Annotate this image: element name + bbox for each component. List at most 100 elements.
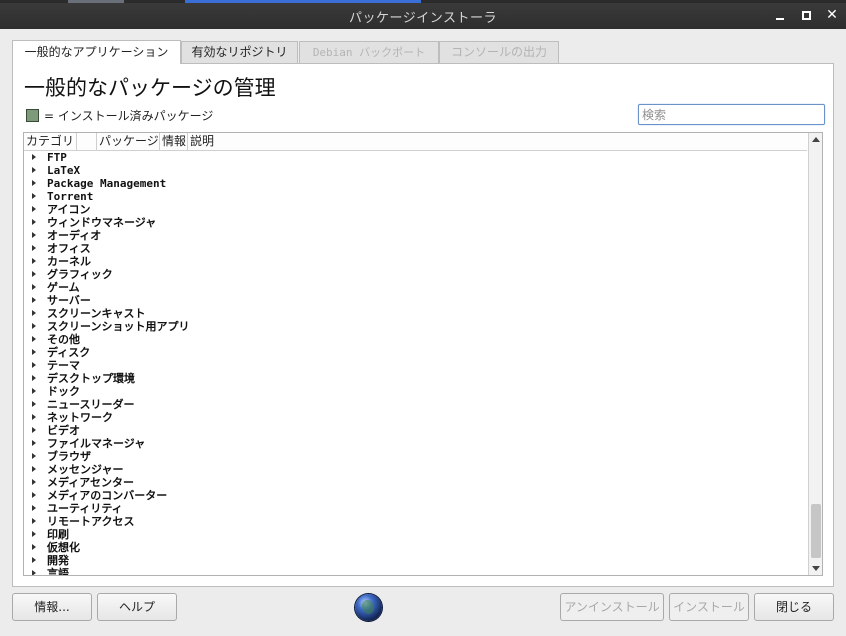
category-row[interactable]: オフィス bbox=[24, 242, 807, 255]
category-row[interactable]: ディスク bbox=[24, 346, 807, 359]
scroll-thumb[interactable] bbox=[811, 504, 821, 558]
category-row[interactable]: メッセンジャー bbox=[24, 463, 807, 476]
category-row[interactable]: 言語 bbox=[24, 567, 807, 575]
expand-arrow-icon[interactable] bbox=[32, 375, 36, 381]
expand-arrow-icon[interactable] bbox=[32, 401, 36, 407]
expand-arrow-icon[interactable] bbox=[32, 219, 36, 225]
category-row[interactable]: ゲーム bbox=[24, 281, 807, 294]
tab-console-output[interactable]: コンソールの出力 bbox=[439, 41, 559, 63]
category-label: ユーティリティ bbox=[47, 502, 123, 515]
expand-arrow-icon[interactable] bbox=[32, 518, 36, 524]
column-info[interactable]: 情報 bbox=[160, 133, 188, 150]
category-row[interactable]: カーネル bbox=[24, 255, 807, 268]
category-row[interactable]: 印刷 bbox=[24, 528, 807, 541]
expand-arrow-icon[interactable] bbox=[32, 323, 36, 329]
category-label: グラフィック bbox=[47, 268, 113, 281]
info-button[interactable]: 情報... bbox=[12, 593, 92, 621]
expand-arrow-icon[interactable] bbox=[32, 206, 36, 212]
category-row[interactable]: スクリーンショット用アプリ bbox=[24, 320, 807, 333]
category-row[interactable]: サーバー bbox=[24, 294, 807, 307]
category-row[interactable]: メディアのコンバーター bbox=[24, 489, 807, 502]
column-category[interactable]: カテゴリ bbox=[24, 133, 77, 150]
expand-arrow-icon[interactable] bbox=[32, 232, 36, 238]
category-row[interactable]: Torrent bbox=[24, 190, 807, 203]
expand-arrow-icon[interactable] bbox=[32, 349, 36, 355]
expand-arrow-icon[interactable] bbox=[32, 492, 36, 498]
category-row[interactable]: スクリーンキャスト bbox=[24, 307, 807, 320]
expand-arrow-icon[interactable] bbox=[32, 336, 36, 342]
expand-arrow-icon[interactable] bbox=[32, 531, 36, 537]
expand-arrow-icon[interactable] bbox=[32, 193, 36, 199]
expand-arrow-icon[interactable] bbox=[32, 466, 36, 472]
category-list: FTP LaTeX Package Management Torrent アイコン ウィン… bbox=[24, 151, 807, 575]
uninstall-button[interactable]: アンインストール bbox=[560, 593, 664, 621]
close-window-icon[interactable]: ✕ bbox=[824, 7, 840, 23]
vertical-scrollbar[interactable] bbox=[808, 133, 822, 575]
expand-arrow-icon[interactable] bbox=[32, 180, 36, 186]
expand-arrow-icon[interactable] bbox=[32, 453, 36, 459]
category-row[interactable]: アイコン bbox=[24, 203, 807, 216]
expand-arrow-icon[interactable] bbox=[32, 505, 36, 511]
column-package[interactable]: パッケージ bbox=[97, 133, 160, 150]
tab-general-applications[interactable]: 一般的なアプリケーション bbox=[12, 40, 181, 64]
expand-arrow-icon[interactable] bbox=[32, 544, 36, 550]
category-label: ドック bbox=[47, 385, 80, 398]
scroll-down-icon[interactable] bbox=[812, 566, 820, 571]
expand-arrow-icon[interactable] bbox=[32, 297, 36, 303]
category-label: スクリーンキャスト bbox=[47, 307, 146, 320]
category-label: サーバー bbox=[47, 294, 91, 307]
expand-arrow-icon[interactable] bbox=[32, 284, 36, 290]
installed-legend-swatch bbox=[26, 109, 39, 122]
category-row[interactable]: メディアセンター bbox=[24, 476, 807, 489]
category-row[interactable]: ウィンドウマネージャ bbox=[24, 216, 807, 229]
expand-arrow-icon[interactable] bbox=[32, 271, 36, 277]
scroll-up-icon[interactable] bbox=[812, 137, 820, 142]
expand-arrow-icon[interactable] bbox=[32, 479, 36, 485]
expand-arrow-icon[interactable] bbox=[32, 362, 36, 368]
title-bar[interactable]: パッケージインストーラ ✕ bbox=[0, 3, 846, 29]
category-row[interactable]: テーマ bbox=[24, 359, 807, 372]
category-row[interactable]: ドック bbox=[24, 385, 807, 398]
close-button[interactable]: 閉じる bbox=[754, 593, 834, 621]
minimize-icon[interactable] bbox=[772, 7, 788, 23]
tab-enabled-repositories[interactable]: 有効なリポジトリ bbox=[181, 41, 298, 63]
category-row[interactable]: その他 bbox=[24, 333, 807, 346]
expand-arrow-icon[interactable] bbox=[32, 167, 36, 173]
maximize-icon[interactable] bbox=[798, 7, 814, 23]
expand-arrow-icon[interactable] bbox=[32, 245, 36, 251]
category-row[interactable]: 開発 bbox=[24, 554, 807, 567]
expand-arrow-icon[interactable] bbox=[32, 557, 36, 563]
tab-debian-backports[interactable]: Debian バックポート bbox=[299, 41, 439, 63]
category-row[interactable]: リモートアクセス bbox=[24, 515, 807, 528]
category-row[interactable]: ファイルマネージャ bbox=[24, 437, 807, 450]
category-row[interactable]: ネットワーク bbox=[24, 411, 807, 424]
expand-arrow-icon[interactable] bbox=[32, 570, 36, 575]
category-row[interactable]: ブラウザ bbox=[24, 450, 807, 463]
expand-arrow-icon[interactable] bbox=[32, 258, 36, 264]
category-row[interactable]: LaTeX bbox=[24, 164, 807, 177]
category-row[interactable]: FTP bbox=[24, 151, 807, 164]
globe-icon bbox=[355, 594, 382, 621]
category-row[interactable]: Package Management bbox=[24, 177, 807, 190]
expand-arrow-icon[interactable] bbox=[32, 414, 36, 420]
category-label: カーネル bbox=[47, 255, 91, 268]
column-status[interactable] bbox=[77, 133, 97, 150]
category-row[interactable]: グラフィック bbox=[24, 268, 807, 281]
category-row[interactable]: ビデオ bbox=[24, 424, 807, 437]
help-button[interactable]: ヘルプ bbox=[97, 593, 177, 621]
package-tree[interactable]: カテゴリ パッケージ 情報 説明 FTP LaTeX Package Managem… bbox=[23, 132, 823, 576]
search-input[interactable] bbox=[638, 104, 825, 125]
category-row[interactable]: デスクトップ環境 bbox=[24, 372, 807, 385]
expand-arrow-icon[interactable] bbox=[32, 388, 36, 394]
category-row[interactable]: オーディオ bbox=[24, 229, 807, 242]
category-row[interactable]: ニュースリーダー bbox=[24, 398, 807, 411]
category-row[interactable]: ユーティリティ bbox=[24, 502, 807, 515]
expand-arrow-icon[interactable] bbox=[32, 440, 36, 446]
expand-arrow-icon[interactable] bbox=[32, 310, 36, 316]
category-row[interactable]: 仮想化 bbox=[24, 541, 807, 554]
install-button[interactable]: インストール bbox=[669, 593, 749, 621]
column-description[interactable]: 説明 bbox=[188, 133, 807, 150]
category-label: オーディオ bbox=[47, 229, 102, 242]
expand-arrow-icon[interactable] bbox=[32, 427, 36, 433]
expand-arrow-icon[interactable] bbox=[32, 154, 36, 160]
